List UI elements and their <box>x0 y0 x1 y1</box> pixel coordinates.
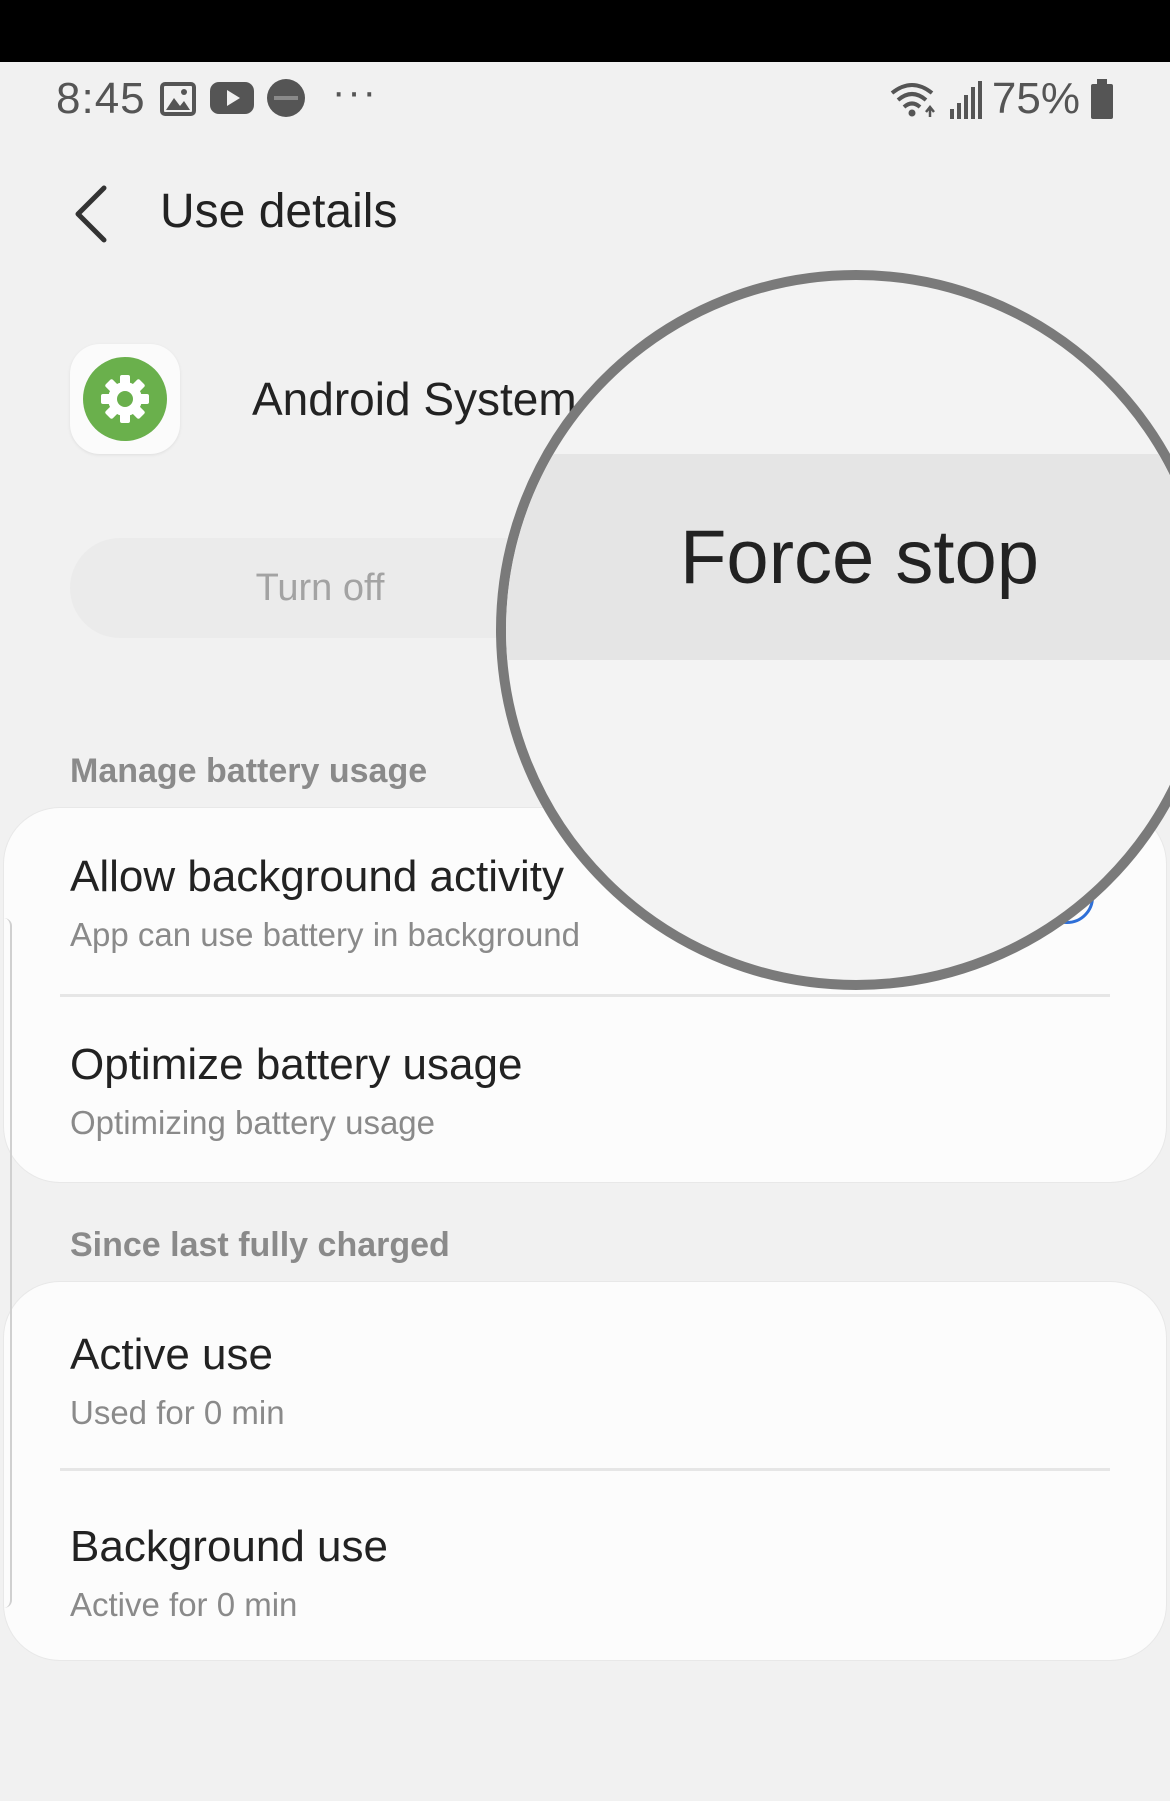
battery-icon <box>1091 79 1113 119</box>
since-charged-card: Active use Used for 0 min Background use… <box>4 1282 1166 1660</box>
item-title: Optimize battery usage <box>70 1040 523 1089</box>
item-title: Active use <box>70 1330 273 1379</box>
verizon-icon <box>267 79 305 117</box>
section-label-since-charged: Since last fully charged <box>70 1226 450 1264</box>
gallery-icon <box>160 82 196 116</box>
optimize-battery-usage-item[interactable]: Optimize battery usage Optimizing batter… <box>70 1040 1106 1142</box>
force-stop-button[interactable]: Force stop <box>680 514 1039 601</box>
settings-gear-icon <box>83 357 167 441</box>
back-button[interactable] <box>64 182 120 246</box>
item-subtitle: Used for 0 min <box>70 1394 285 1431</box>
youtube-icon <box>210 82 254 114</box>
divider <box>60 994 1110 997</box>
active-use-item[interactable]: Active use Used for 0 min <box>70 1330 1106 1432</box>
item-subtitle: Active for 0 min <box>70 1586 298 1623</box>
wifi-icon <box>890 83 935 117</box>
status-bar: 8:45 ··· 75% <box>0 62 1170 140</box>
status-right: 75% <box>888 74 1114 124</box>
left-edge-overlay <box>0 918 12 1608</box>
app-name: Android System <box>252 373 577 425</box>
turn-off-button[interactable]: Turn off <box>70 538 570 638</box>
app-icon <box>70 344 180 454</box>
divider <box>60 1468 1110 1471</box>
top-black-bar <box>0 0 1170 62</box>
status-time: 8:45 <box>56 74 146 123</box>
section-label-manage-battery: Manage battery usage <box>70 752 428 790</box>
more-notifications-icon: ··· <box>332 70 378 114</box>
battery-percent: 75% <box>991 74 1080 123</box>
page-title: Use details <box>160 185 398 238</box>
item-title: Background use <box>70 1522 388 1571</box>
item-subtitle: Optimizing battery usage <box>70 1104 436 1141</box>
background-use-item[interactable]: Background use Active for 0 min <box>70 1522 1106 1624</box>
signal-icon <box>949 81 982 119</box>
